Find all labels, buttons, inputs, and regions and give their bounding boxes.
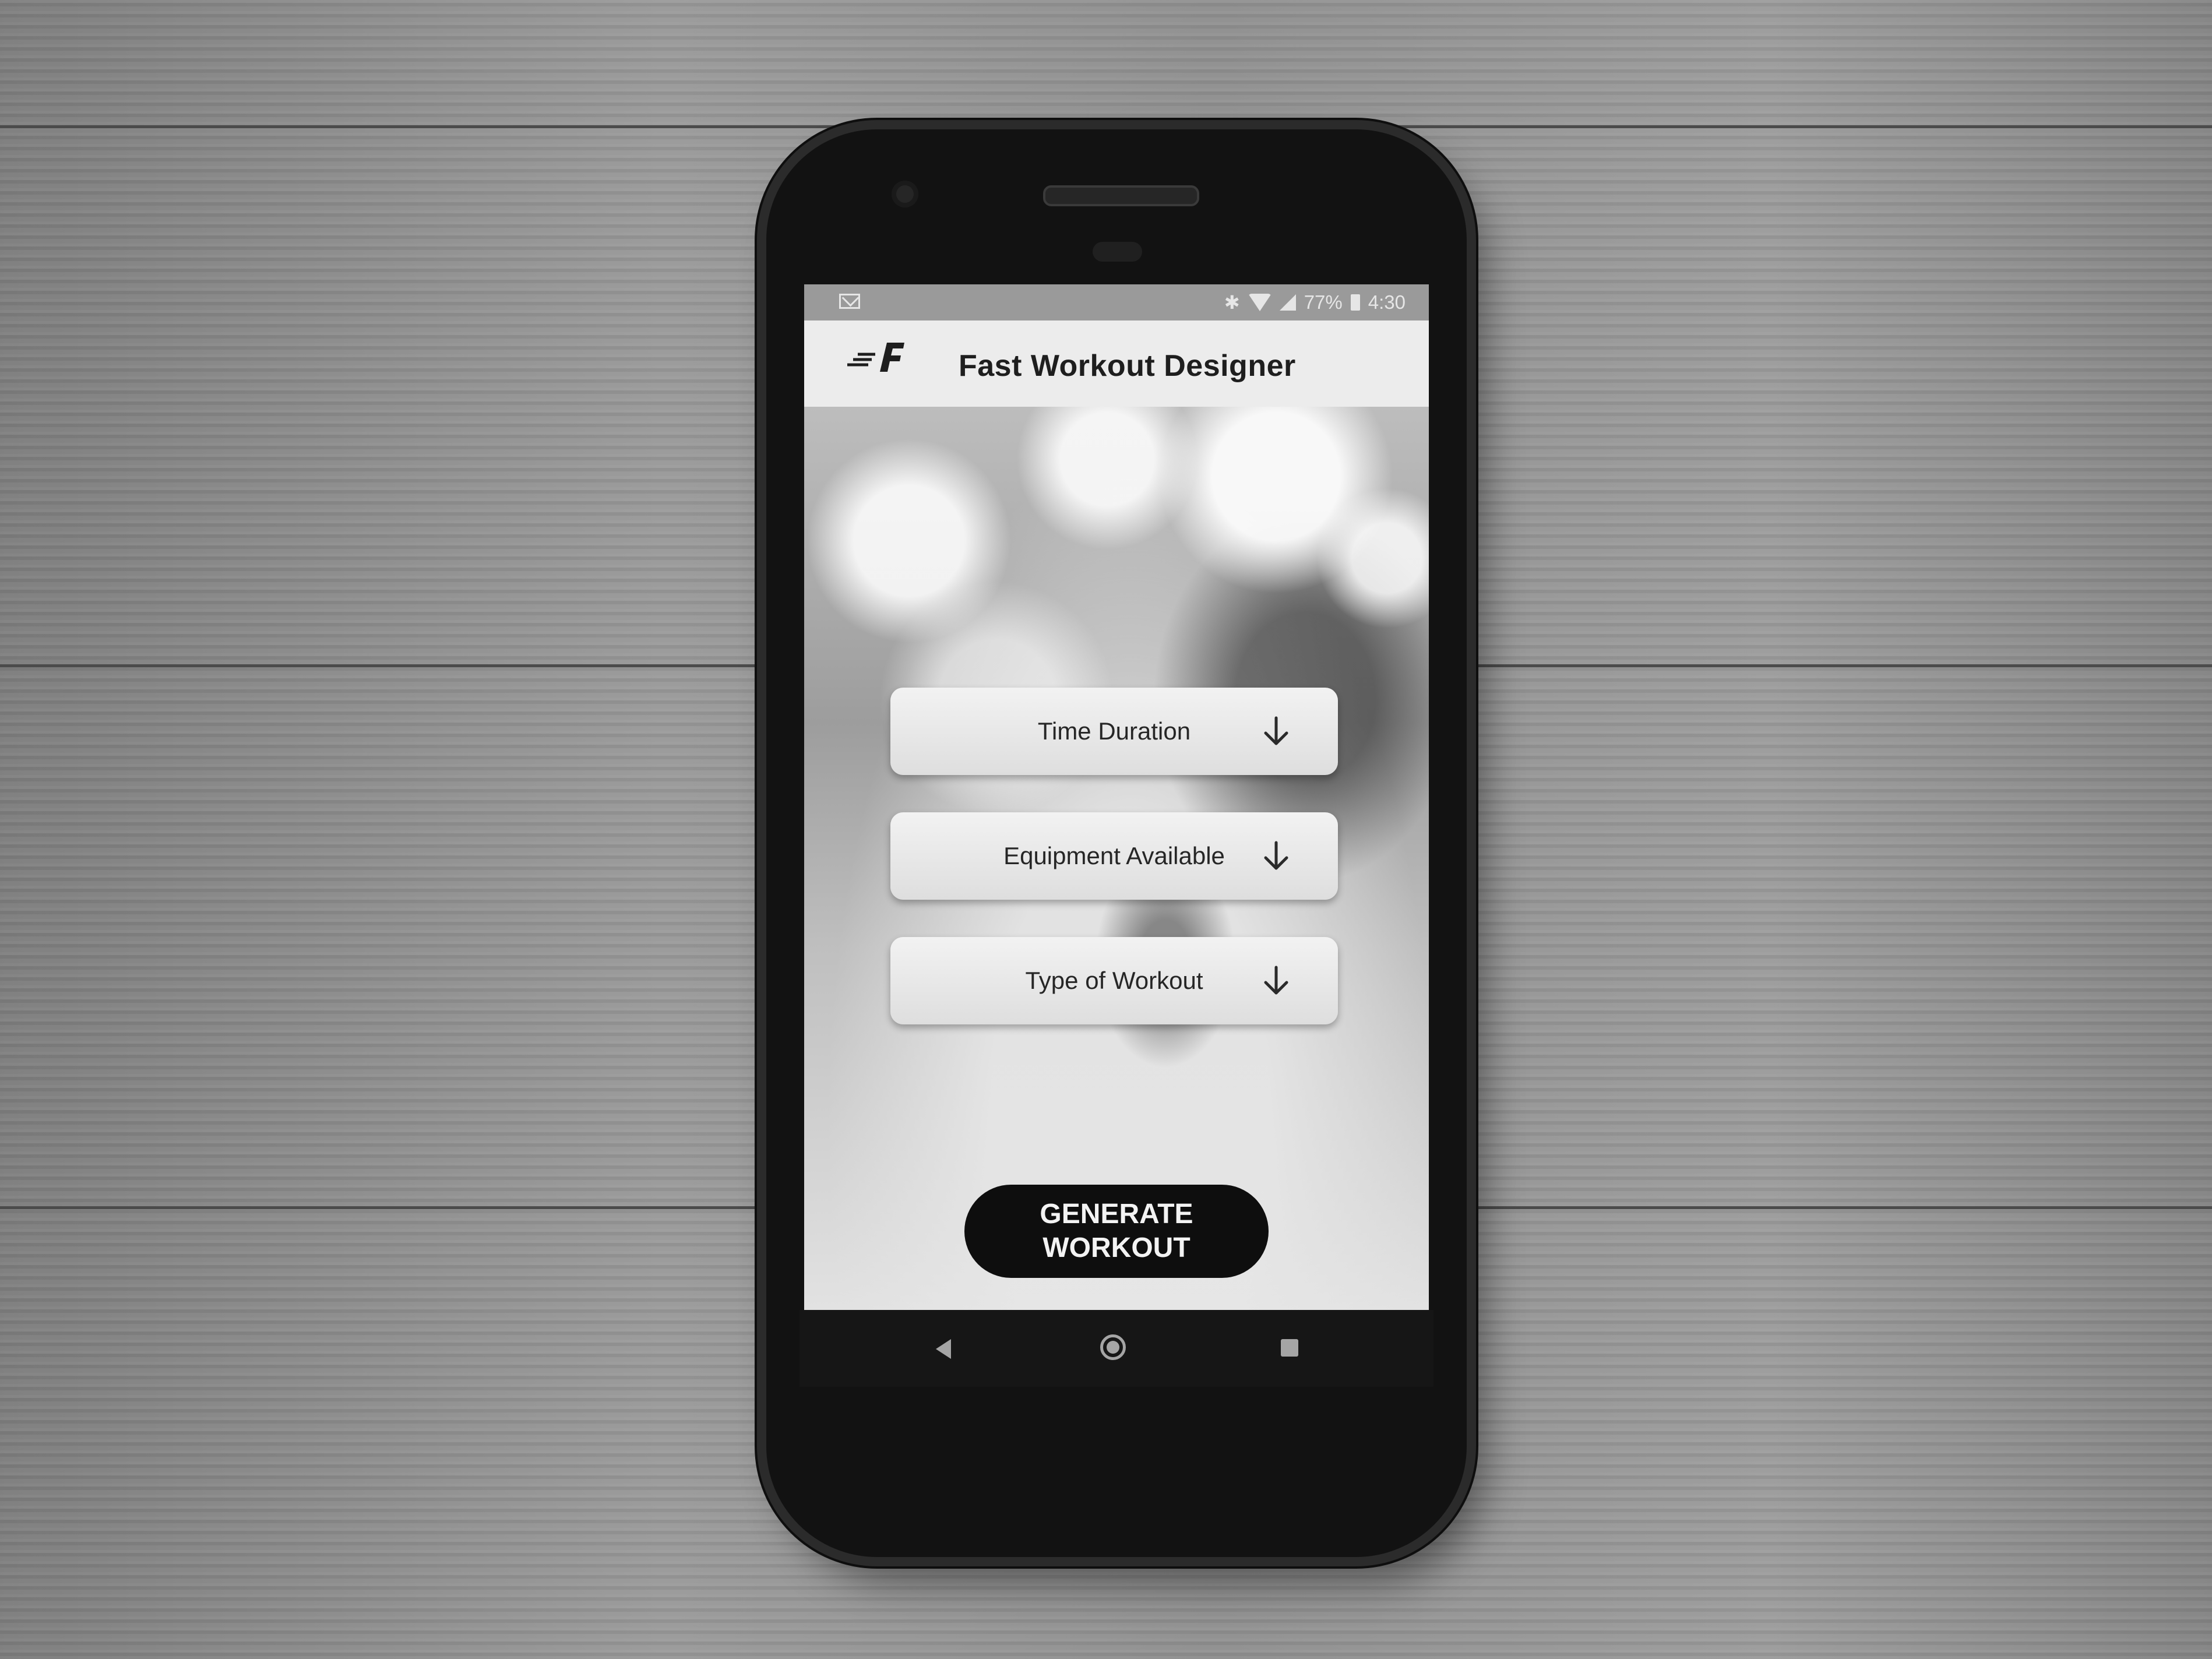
arrow-down-icon [1264, 841, 1288, 870]
dropdown-label: Type of Workout [1025, 967, 1203, 994]
back-icon[interactable] [936, 1339, 951, 1359]
mail-icon [839, 294, 860, 309]
wifi-icon [1248, 294, 1271, 311]
front-camera [892, 181, 918, 207]
status-indicators: ✱ 77% 4:30 [1224, 291, 1406, 314]
dropdown-label: Time Duration [1037, 717, 1191, 745]
generate-workout-label: GENERATE WORKOUT [1040, 1199, 1193, 1263]
status-bar: ✱ 77% 4:30 [804, 284, 1429, 320]
app-bar: Fast Workout Designer [804, 320, 1429, 408]
phone-screen: ✱ 77% 4:30 Fast Workout Designer Time Du… [804, 284, 1429, 1310]
clock: 4:30 [1368, 291, 1406, 313]
app-title: Fast Workout Designer [959, 349, 1296, 383]
proximity-sensor [1093, 242, 1142, 262]
arrow-down-icon [1264, 966, 1288, 995]
earpiece-speaker [1043, 185, 1199, 206]
system-navigation-bar [799, 1310, 1433, 1387]
equipment-available-dropdown[interactable]: Equipment Available [890, 812, 1338, 900]
dropdown-label: Equipment Available [1003, 842, 1225, 869]
battery-percent: 77% [1304, 291, 1343, 313]
table-plank-seam [0, 125, 2212, 128]
recent-apps-icon[interactable] [1281, 1339, 1298, 1357]
fast-workout-logo-icon [847, 343, 904, 372]
arrow-down-icon [1264, 716, 1288, 745]
signal-icon [1279, 294, 1296, 311]
home-icon[interactable] [1100, 1334, 1126, 1360]
bluetooth-icon: ✱ [1224, 292, 1240, 313]
battery-icon [1350, 294, 1360, 311]
generate-workout-button[interactable]: GENERATE WORKOUT [964, 1185, 1269, 1278]
time-duration-dropdown[interactable]: Time Duration [890, 688, 1338, 775]
type-of-workout-dropdown[interactable]: Type of Workout [890, 937, 1338, 1024]
